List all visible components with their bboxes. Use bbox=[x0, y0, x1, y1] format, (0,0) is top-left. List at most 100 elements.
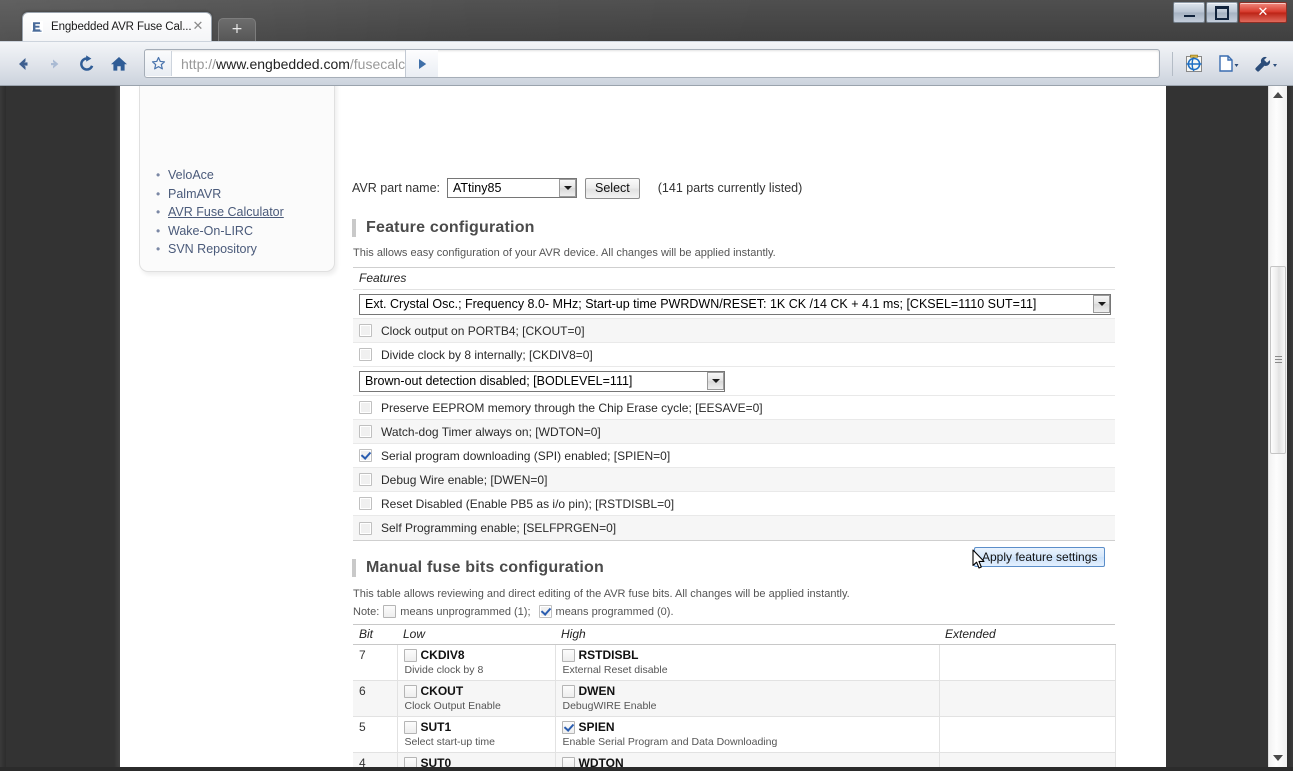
avr-part-select[interactable]: ATtiny85 bbox=[447, 178, 577, 198]
feature-row-dwen[interactable]: Debug Wire enable; [DWEN=0] bbox=[353, 468, 1115, 492]
checkbox-sut1-bit[interactable] bbox=[404, 721, 417, 734]
apply-feature-settings-button[interactable]: Apply feature settings bbox=[974, 547, 1105, 567]
checkbox-dwen-bit[interactable] bbox=[562, 685, 575, 698]
column-header-high: High bbox=[555, 625, 939, 645]
manual-fuse-bits-heading: Manual fuse bits configuration bbox=[352, 559, 604, 577]
wrench-icon bbox=[1252, 53, 1280, 75]
table-row: 7 CKDIV8 Divide clock by 8 RSTDISBL Exte… bbox=[353, 645, 1115, 681]
column-header-bit: Bit bbox=[353, 625, 397, 645]
fuse-bit-description: Enable Serial Program and Data Downloadi… bbox=[563, 736, 939, 748]
scroll-up-button[interactable] bbox=[1269, 86, 1287, 104]
url-text: http://www.engbedded.com/fusecalc bbox=[172, 56, 405, 72]
home-icon bbox=[109, 54, 129, 74]
window-right-edge bbox=[1287, 86, 1293, 771]
fuse-bit-description: Clock Output Enable bbox=[405, 700, 555, 712]
feature-row-wdton[interactable]: Watch-dog Timer always on; [WDTON=0] bbox=[353, 420, 1115, 444]
legend-unprogrammed-checkbox-icon bbox=[383, 605, 396, 618]
select-button[interactable]: Select bbox=[585, 178, 640, 199]
sidebar-item-wake-on-lirc[interactable]: Wake-On-LIRC bbox=[154, 222, 334, 241]
cell-high: SPIEN Enable Serial Program and Data Dow… bbox=[555, 717, 939, 753]
back-button[interactable] bbox=[8, 49, 38, 79]
checkbox-sut0-bit[interactable] bbox=[404, 757, 417, 768]
browser-tab[interactable]: Engbedded AVR Fuse Cal... ✕ bbox=[22, 12, 212, 41]
minimize-button[interactable] bbox=[1173, 2, 1205, 23]
part-selection-row: AVR part name: ATtiny85 Select (141 part… bbox=[352, 178, 802, 198]
new-tab-button[interactable]: + bbox=[218, 18, 256, 42]
feature-row-rstdisbl[interactable]: Reset Disabled (Enable PB5 as i/o pin); … bbox=[353, 492, 1115, 516]
sidebar-nav: VeloAce PalmAVR AVR Fuse Calculator Wake… bbox=[154, 166, 334, 259]
feature-configuration-heading: Feature configuration bbox=[352, 219, 535, 237]
chevron-down-icon[interactable] bbox=[707, 372, 724, 390]
fuse-bit-name: WDTON bbox=[579, 756, 624, 767]
checkbox-rstdisbl[interactable] bbox=[359, 497, 372, 510]
tab-title: Engbedded AVR Fuse Cal... bbox=[51, 21, 191, 33]
home-button[interactable] bbox=[104, 49, 134, 79]
parts-count-label: (141 parts currently listed) bbox=[658, 181, 803, 195]
brownout-detection-select[interactable]: Brown-out detection disabled; [BODLEVEL=… bbox=[359, 371, 725, 392]
reload-icon bbox=[77, 54, 97, 74]
scrollbar-grip-icon bbox=[1275, 356, 1282, 364]
reload-button[interactable] bbox=[72, 49, 102, 79]
sidebar-item-label: SVN Repository bbox=[168, 242, 257, 256]
checkbox-ckout[interactable] bbox=[359, 324, 372, 337]
checkbox-eesave[interactable] bbox=[359, 401, 372, 414]
manual-fuse-bits-note: This table allows reviewing and direct e… bbox=[353, 588, 850, 600]
checkbox-spien-bit[interactable] bbox=[562, 721, 575, 734]
feature-label: Serial program downloading (SPI) enabled… bbox=[381, 449, 670, 463]
checkbox-ckdiv8[interactable] bbox=[359, 348, 372, 361]
back-arrow-icon bbox=[13, 54, 33, 74]
fuse-bit-name: SPIEN bbox=[579, 720, 615, 734]
forward-arrow-icon bbox=[45, 54, 65, 74]
cell-low: CKOUT Clock Output Enable bbox=[397, 681, 555, 717]
toolbar-divider bbox=[1172, 52, 1173, 76]
chevron-down-icon[interactable] bbox=[1093, 295, 1110, 313]
scrollbar-thumb[interactable] bbox=[1270, 266, 1286, 454]
cell-low: SUT0 Select start-up time bbox=[397, 753, 555, 768]
legend-unprogrammed-text: means unprogrammed (1); bbox=[400, 606, 530, 618]
address-bar[interactable]: http://www.engbedded.com/fusecalc bbox=[144, 49, 1160, 78]
legend-programmed-checkbox-icon bbox=[539, 605, 552, 618]
feature-label: Debug Wire enable; [DWEN=0] bbox=[381, 473, 547, 487]
page-menu-button[interactable] bbox=[1209, 49, 1247, 79]
feature-row-eesave[interactable]: Preserve EEPROM memory through the Chip … bbox=[353, 396, 1115, 420]
cell-high: DWEN DebugWIRE Enable bbox=[555, 681, 939, 717]
tab-close-icon[interactable]: ✕ bbox=[191, 20, 205, 34]
clock-configuration-select[interactable]: Ext. Crystal Osc.; Frequency 8.0- MHz; S… bbox=[359, 294, 1111, 315]
bit-number: 6 bbox=[359, 684, 366, 698]
maximize-button[interactable] bbox=[1206, 2, 1238, 23]
sidebar-item-veloace[interactable]: VeloAce bbox=[154, 166, 334, 185]
checkbox-ckdiv8-bit[interactable] bbox=[404, 649, 417, 662]
checkbox-ckout-bit[interactable] bbox=[404, 685, 417, 698]
sidebar-item-svn-repository[interactable]: SVN Repository bbox=[154, 240, 334, 259]
checkbox-rstdisbl-bit[interactable] bbox=[562, 649, 575, 662]
scroll-down-button[interactable] bbox=[1269, 749, 1287, 767]
sidebar-item-avr-fuse-calculator[interactable]: AVR Fuse Calculator bbox=[154, 203, 334, 222]
brownout-detection-value: Brown-out detection disabled; [BODLEVEL=… bbox=[365, 374, 632, 388]
page-content: VeloAce PalmAVR AVR Fuse Calculator Wake… bbox=[6, 86, 1268, 767]
checkbox-dwen[interactable] bbox=[359, 473, 372, 486]
bookmark-star-icon[interactable] bbox=[145, 51, 172, 76]
compatibility-view-button[interactable] bbox=[1179, 49, 1209, 79]
bit-number: 5 bbox=[359, 720, 366, 734]
play-arrow-icon bbox=[414, 56, 430, 72]
checkbox-wdton-bit[interactable] bbox=[562, 757, 575, 768]
vertical-scrollbar[interactable] bbox=[1268, 86, 1287, 767]
tab-strip: Engbedded AVR Fuse Cal... ✕ + bbox=[0, 12, 1293, 41]
cell-low: CKDIV8 Divide clock by 8 bbox=[397, 645, 555, 681]
tools-menu-button[interactable] bbox=[1247, 49, 1285, 79]
feature-row-spien[interactable]: Serial program downloading (SPI) enabled… bbox=[353, 444, 1115, 468]
sidebar-item-palmavr[interactable]: PalmAVR bbox=[154, 185, 334, 204]
forward-button[interactable] bbox=[40, 49, 70, 79]
checkbox-wdton[interactable] bbox=[359, 425, 372, 438]
feature-row-ckout[interactable]: Clock output on PORTB4; [CKOUT=0] bbox=[353, 319, 1115, 343]
close-button[interactable]: ✕ bbox=[1239, 2, 1287, 23]
checkbox-spien[interactable] bbox=[359, 449, 372, 462]
fuse-bit-name: DWEN bbox=[579, 684, 616, 698]
feature-row-ckdiv8[interactable]: Divide clock by 8 internally; [CKDIV8=0] bbox=[353, 343, 1115, 367]
sidebar-item-label: AVR Fuse Calculator bbox=[168, 205, 284, 219]
feature-row-selfprgen[interactable]: Self Programming enable; [SELFPRGEN=0] bbox=[353, 516, 1115, 540]
checkbox-selfprgen[interactable] bbox=[359, 522, 372, 535]
chevron-down-icon[interactable] bbox=[559, 179, 576, 197]
go-button[interactable] bbox=[405, 50, 438, 77]
features-legend: Features bbox=[353, 268, 1115, 290]
